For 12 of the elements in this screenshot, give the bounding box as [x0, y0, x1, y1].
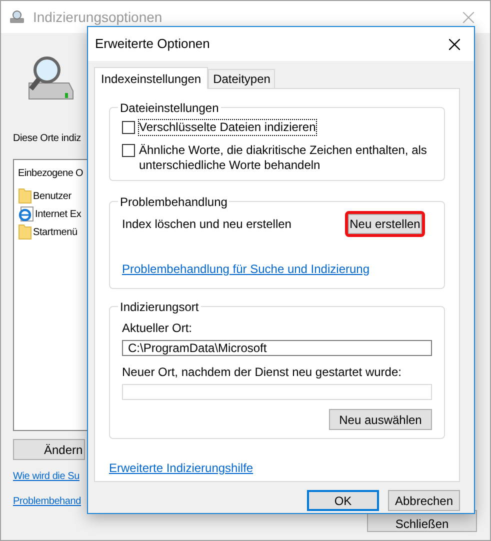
group-title: Problembehandlung — [118, 194, 230, 210]
dialog-title: Erweiterte Optionen — [95, 35, 210, 54]
window-title: Indizierungsoptionen — [33, 8, 162, 27]
list-header: Einbezogene O — [18, 167, 84, 181]
intro-text: Diese Orte indiz — [13, 132, 82, 146]
checkbox-label: Verschlüsselte Dateien indizieren — [139, 120, 316, 135]
rebuild-text: Index löschen und neu erstellen — [122, 216, 292, 233]
field-label: Aktueller Ort: — [122, 320, 194, 337]
group-title: Indizierungsort — [118, 299, 201, 315]
checkbox-label: Ähnliche Worte, die diakritische Zeichen enthalten, als unterschiedliche Worte behandeln — [139, 143, 428, 173]
field-label: Neuer Ort, nachdem der Dienst neu gestartet wurde: — [122, 364, 402, 381]
group-title: Dateieinstellungen — [118, 100, 221, 116]
